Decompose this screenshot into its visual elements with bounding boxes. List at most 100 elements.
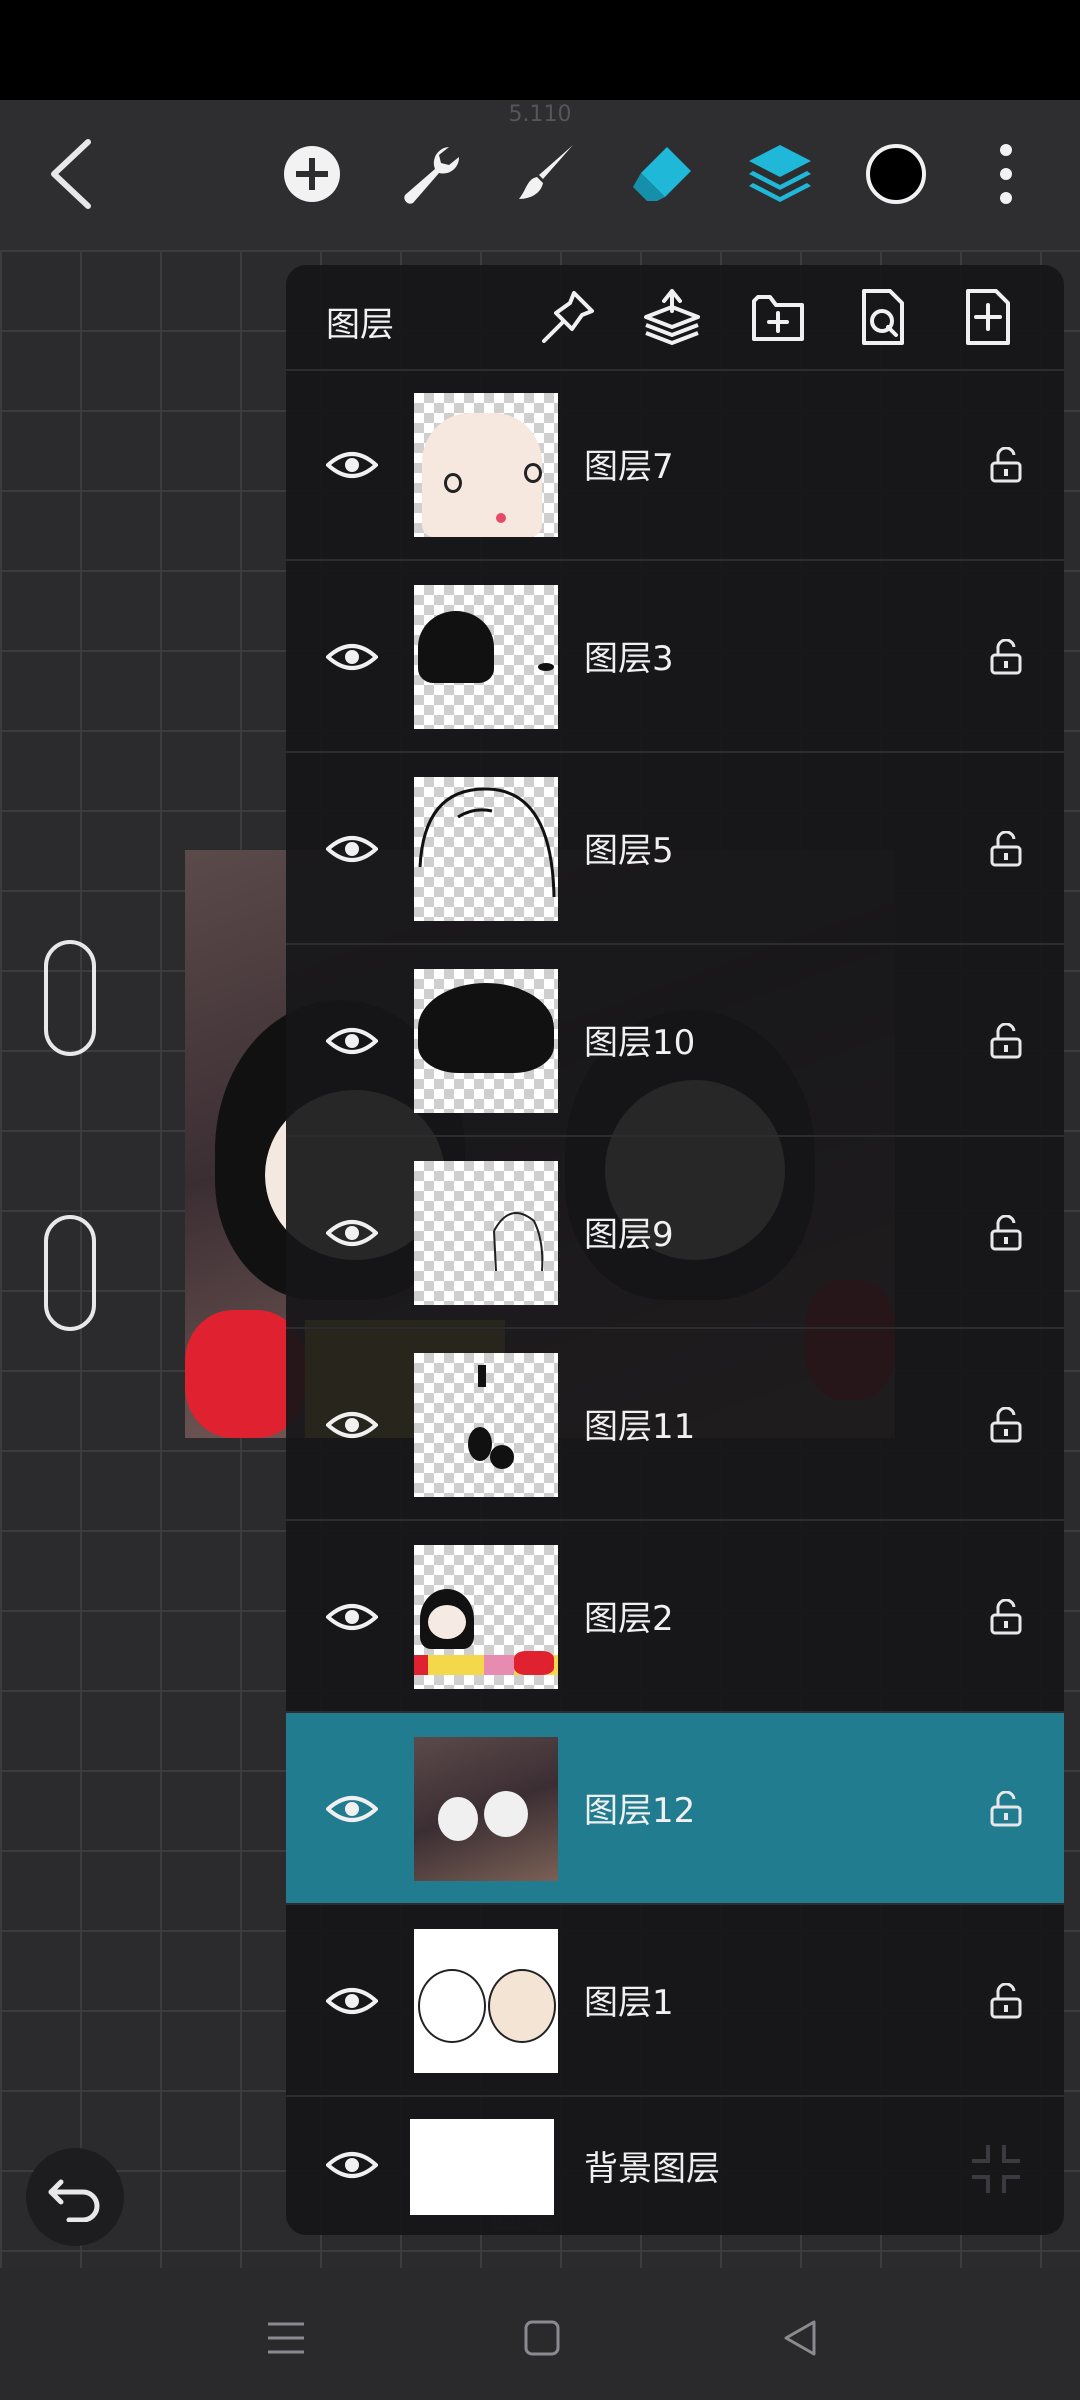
- pin-button[interactable]: [536, 285, 600, 349]
- eye-icon: [326, 452, 378, 478]
- layer-lock-toggle[interactable]: [986, 829, 1026, 869]
- new-layer-icon: [966, 289, 1010, 345]
- layer-row[interactable]: 图层10: [286, 945, 1064, 1137]
- unlock-icon: [990, 1791, 1022, 1827]
- layer-lock-toggle[interactable]: [986, 1405, 1026, 1445]
- back-button[interactable]: [22, 124, 122, 224]
- layer-name: 背景图层: [584, 2149, 720, 2189]
- layer-lock-toggle[interactable]: [986, 1021, 1026, 1061]
- unlock-icon: [990, 639, 1022, 675]
- layer-thumbnail: [414, 1545, 558, 1689]
- unlock-icon: [990, 447, 1022, 483]
- new-folder-icon: [752, 295, 804, 341]
- eye-icon: [326, 2152, 378, 2178]
- visibility-toggle[interactable]: [324, 631, 380, 683]
- layer-lock-toggle[interactable]: [986, 1789, 1026, 1829]
- undo-icon: [48, 2179, 100, 2222]
- add-button[interactable]: [262, 124, 362, 224]
- layer-name: 图层11: [584, 1407, 696, 1447]
- eye-icon: [326, 836, 378, 862]
- layers-panel-title: 图层: [326, 305, 394, 345]
- layers-panel-header: 图层: [286, 265, 1064, 371]
- layer-lock-toggle[interactable]: [986, 445, 1026, 485]
- import-image-button[interactable]: [850, 285, 914, 349]
- visibility-toggle[interactable]: [324, 823, 380, 875]
- visibility-toggle[interactable]: [324, 1015, 380, 1067]
- layer-name: 图层10: [584, 1023, 696, 1063]
- collapse-button[interactable]: [966, 2139, 1026, 2199]
- layer-thumbnail: [414, 969, 558, 1113]
- top-toolbar: 5.110: [0, 100, 1080, 250]
- layer-thumbnail: [414, 393, 558, 537]
- color-button[interactable]: [846, 124, 946, 224]
- unlock-icon: [990, 1407, 1022, 1443]
- layer-thumbnail: [414, 1353, 558, 1497]
- system-nav-bar: [0, 2268, 1080, 2400]
- layer-lock-toggle[interactable]: [986, 1597, 1026, 1637]
- eye-icon: [326, 1796, 378, 1822]
- eye-icon: [326, 1988, 378, 2014]
- merge-layers-button[interactable]: [640, 285, 704, 349]
- layer-row[interactable]: 图层9: [286, 1137, 1064, 1329]
- visibility-toggle[interactable]: [324, 1399, 380, 1451]
- more-icon: [1000, 144, 1012, 204]
- menu-icon: [268, 2322, 304, 2354]
- home-button[interactable]: [512, 2308, 572, 2368]
- layers-button[interactable]: [730, 124, 830, 224]
- visibility-toggle[interactable]: [324, 1591, 380, 1643]
- layer-thumbnail: [414, 1929, 558, 2073]
- layer-name: 图层1: [584, 1983, 674, 2023]
- layer-row[interactable]: 图层1: [286, 1905, 1064, 2097]
- import-icon: [862, 289, 904, 345]
- home-icon: [524, 2320, 560, 2356]
- more-button[interactable]: [956, 124, 1056, 224]
- pin-icon: [542, 291, 594, 343]
- visibility-toggle[interactable]: [324, 1783, 380, 1835]
- new-layer-button[interactable]: [956, 285, 1020, 349]
- opacity-slider[interactable]: [44, 1215, 96, 1331]
- layer-thumbnail: [414, 777, 558, 921]
- layer-thumbnail: [414, 1737, 558, 1881]
- eraser-button[interactable]: [612, 124, 712, 224]
- new-folder-button[interactable]: [746, 285, 810, 349]
- brush-button[interactable]: [496, 124, 596, 224]
- visibility-toggle[interactable]: [324, 2139, 380, 2191]
- recent-apps-button[interactable]: [256, 2308, 316, 2368]
- layers-panel: 图层 图层7 图层3 图层5 图层10 图层9 图层11 图层2 图层12 图层…: [286, 265, 1064, 2235]
- back-icon: [51, 139, 91, 209]
- layer-row[interactable]: 图层3: [286, 561, 1064, 753]
- settings-button[interactable]: [380, 124, 480, 224]
- eraser-icon: [633, 147, 691, 201]
- merge-layers-icon: [644, 289, 700, 346]
- layer-thumbnail: [414, 1161, 558, 1305]
- eye-icon: [326, 1412, 378, 1438]
- unlock-icon: [990, 1023, 1022, 1059]
- unlock-icon: [990, 831, 1022, 867]
- layer-row[interactable]: 图层2: [286, 1521, 1064, 1713]
- layer-row[interactable]: 图层11: [286, 1329, 1064, 1521]
- layer-row[interactable]: 图层5: [286, 753, 1064, 945]
- background-layer-row[interactable]: 背景图层: [286, 2097, 1064, 2235]
- layers-icon: [749, 145, 811, 202]
- undo-button[interactable]: [26, 2148, 124, 2246]
- brush-icon: [519, 145, 573, 199]
- visibility-toggle[interactable]: [324, 1975, 380, 2027]
- layer-lock-toggle[interactable]: [986, 1213, 1026, 1253]
- visibility-toggle[interactable]: [324, 1207, 380, 1259]
- add-icon: [284, 146, 340, 202]
- eye-icon: [326, 644, 378, 670]
- layer-lock-toggle[interactable]: [986, 1981, 1026, 2021]
- unlock-icon: [990, 1983, 1022, 2019]
- visibility-toggle[interactable]: [324, 439, 380, 491]
- brush-size-slider[interactable]: [44, 940, 96, 1056]
- back-triangle-icon: [784, 2320, 816, 2356]
- eye-icon: [326, 1220, 378, 1246]
- layer-row-selected[interactable]: 图层12: [286, 1713, 1064, 1905]
- status-bar: [0, 0, 1080, 100]
- layer-lock-toggle[interactable]: [986, 637, 1026, 677]
- color-circle-icon: [866, 144, 926, 204]
- layer-row[interactable]: 图层7: [286, 369, 1064, 561]
- unlock-icon: [990, 1599, 1022, 1635]
- layer-name: 图层9: [584, 1215, 674, 1255]
- system-back-button[interactable]: [770, 2308, 830, 2368]
